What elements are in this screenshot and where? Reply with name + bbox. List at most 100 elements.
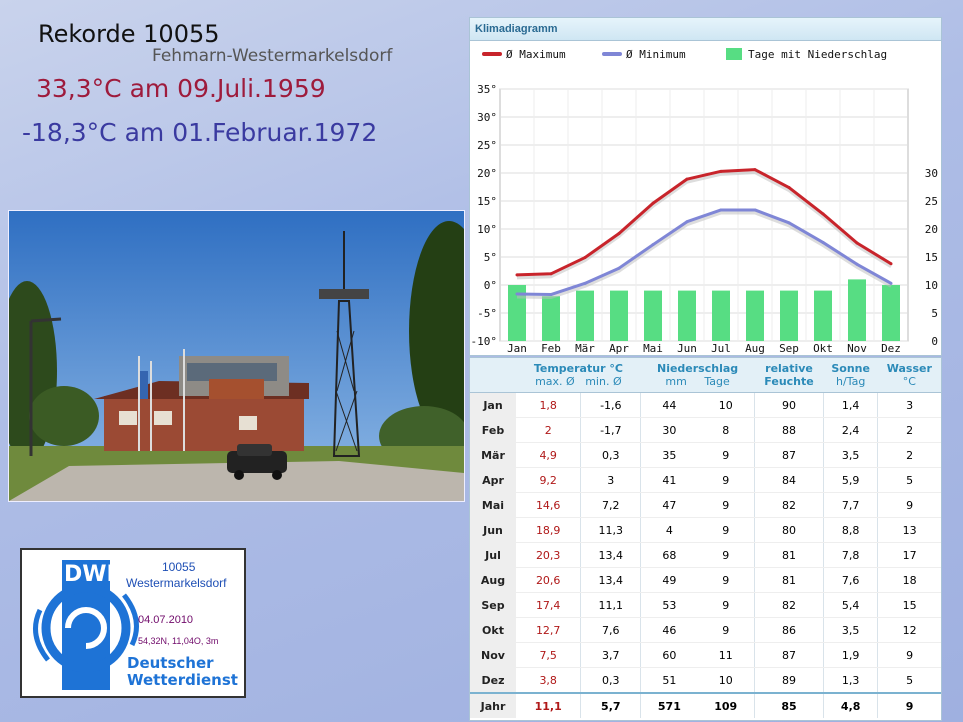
legend-label: Ø Maximum [506, 48, 566, 61]
x-tick-label: Sep [779, 342, 799, 355]
precip-days-bar [678, 290, 696, 341]
y-left-tick-label: 15° [477, 195, 497, 208]
month-cell: Aug [470, 567, 516, 593]
precip-days-cell: 9 [697, 567, 755, 593]
humidity-cell: 87 [754, 642, 825, 668]
humidity-cell: 82 [754, 592, 825, 618]
min-point [583, 281, 587, 285]
precip-mm-cell: 41 [640, 467, 698, 493]
record-max-text: 33,3°C am 09.Juli.1959 [36, 74, 326, 103]
precip-mm-cell: 60 [640, 642, 698, 668]
precip-mm-cell: 44 [640, 392, 698, 418]
month-cell: Sep [470, 592, 516, 618]
x-tick-label: Jan [507, 342, 527, 355]
water-cell: 17 [877, 542, 941, 568]
precip-days-header: Tage [704, 375, 730, 388]
precip-days-bar [542, 296, 560, 341]
climate-table-panel: Temperatur °C max. Ø min. Ø Niederschlag… [469, 357, 942, 721]
max-point [549, 272, 553, 276]
temp-max-cell: 20,3 [516, 542, 582, 568]
logo-org-line2: Wetterdienst [127, 671, 238, 689]
month-cell: Apr [470, 467, 516, 493]
precip-days-cell: 9 [697, 592, 755, 618]
table-row: Mär 4,9 0,3 35 9 87 3,5 2 [470, 442, 941, 468]
temp-min-cell: 11,3 [580, 517, 642, 543]
station-name: Fehmarn-Westermarkelsdorf [152, 46, 393, 66]
precip-mm-cell: 46 [640, 617, 698, 643]
water-header-label: Wasser [886, 362, 932, 375]
temp-max-cell: 17,4 [516, 592, 582, 618]
sun-cell: 5,9 [823, 467, 879, 493]
temp-max-cell: 11,1 [516, 692, 582, 718]
table-row: Apr 9,2 3 41 9 84 5,9 5 [470, 467, 941, 493]
precip-mm-cell: 51 [640, 667, 698, 694]
legend-label: Ø Minimum [626, 48, 686, 61]
water-cell: 12 [877, 617, 941, 643]
humidity-cell: 81 [754, 542, 825, 568]
y-right-tick-label: 25 [925, 195, 938, 208]
month-cell: Feb [470, 417, 516, 443]
precip-days-cell: 9 [697, 492, 755, 518]
water-cell: 18 [877, 567, 941, 593]
table-body: Jan 1,8 -1,6 44 10 90 1,4 3 Feb 2 -1,7 30 8 88 2,4 2 Mär… [470, 392, 941, 718]
temp-max-cell: 12,7 [516, 617, 582, 643]
sun-cell: 3,5 [823, 442, 879, 468]
temp-min-cell: -1,6 [580, 392, 642, 418]
sun-cell: 1,9 [823, 642, 879, 668]
water-unit-header: °C [902, 375, 916, 388]
precip-days-bar [780, 290, 798, 341]
x-tick-label: Mär [575, 342, 595, 355]
humidity-cell: 81 [754, 567, 825, 593]
temperature-header: Temperatur °C max. Ø min. Ø [516, 358, 641, 393]
sun-cell: 5,4 [823, 592, 879, 618]
humidity-cell: 82 [754, 492, 825, 518]
x-tick-label: Mai [643, 342, 663, 355]
temp-min-cell: 0,3 [580, 442, 642, 468]
precip-days-bar [644, 290, 662, 341]
x-tick-label: Okt [813, 342, 833, 355]
x-tick-label: Jul [711, 342, 731, 355]
precip-days-bar [814, 290, 832, 341]
sun-cell: 1,3 [823, 667, 879, 694]
precip-days-cell: 109 [697, 692, 755, 718]
sun-header: Sonne h/Tag [823, 358, 878, 393]
temp-min-cell: 13,4 [580, 567, 642, 593]
logo-station-id: 10055 [162, 560, 196, 574]
min-point [787, 221, 791, 225]
precip-days-bar [610, 290, 628, 341]
y-left-tick-label: 0° [484, 279, 497, 292]
month-cell: Nov [470, 642, 516, 668]
humidity-cell: 86 [754, 617, 825, 643]
humidity-cell: 80 [754, 517, 825, 543]
sun-cell: 7,6 [823, 567, 879, 593]
logo-org-line1: Deutscher [127, 654, 214, 672]
temperature-header-label: Temperatur °C [533, 362, 623, 375]
precip-days-cell: 10 [697, 392, 755, 418]
min-point [821, 240, 825, 244]
sun-header-label: Sonne [831, 362, 870, 375]
month-cell: Jan [470, 392, 516, 418]
precip-days-cell: 10 [697, 667, 755, 694]
water-cell: 2 [877, 442, 941, 468]
temp-min-cell: 11,1 [580, 592, 642, 618]
table-total-row: Jahr 11,1 5,7 571 109 85 4,8 9 [470, 692, 941, 718]
table-row: Aug 20,6 13,4 49 9 81 7,6 18 [470, 567, 941, 593]
max-point [855, 241, 859, 245]
humidity-cell: 87 [754, 442, 825, 468]
sun-cell: 8,8 [823, 517, 879, 543]
y-right-tick-label: 20 [925, 223, 938, 236]
y-left-tick-label: 10° [477, 223, 497, 236]
min-point [651, 243, 655, 247]
max-point [753, 168, 757, 172]
temp-max-cell: 9,2 [516, 467, 582, 493]
dwd-brand: DWD [64, 562, 125, 587]
table-row: Jun 18,9 11,3 4 9 80 8,8 13 [470, 517, 941, 543]
month-cell: Dez [470, 667, 516, 694]
climate-chart: 35° 30° 25° 20° 15° 10° 5° 0° -5° -10° 30 25 20 15 10 5… [471, 48, 938, 355]
min-point [685, 220, 689, 224]
temp-max-header: max. Ø [535, 375, 575, 388]
temp-max-cell: 1,8 [516, 392, 582, 418]
min-point [515, 292, 519, 296]
min-point [889, 281, 893, 285]
precip-days-cell: 9 [697, 517, 755, 543]
